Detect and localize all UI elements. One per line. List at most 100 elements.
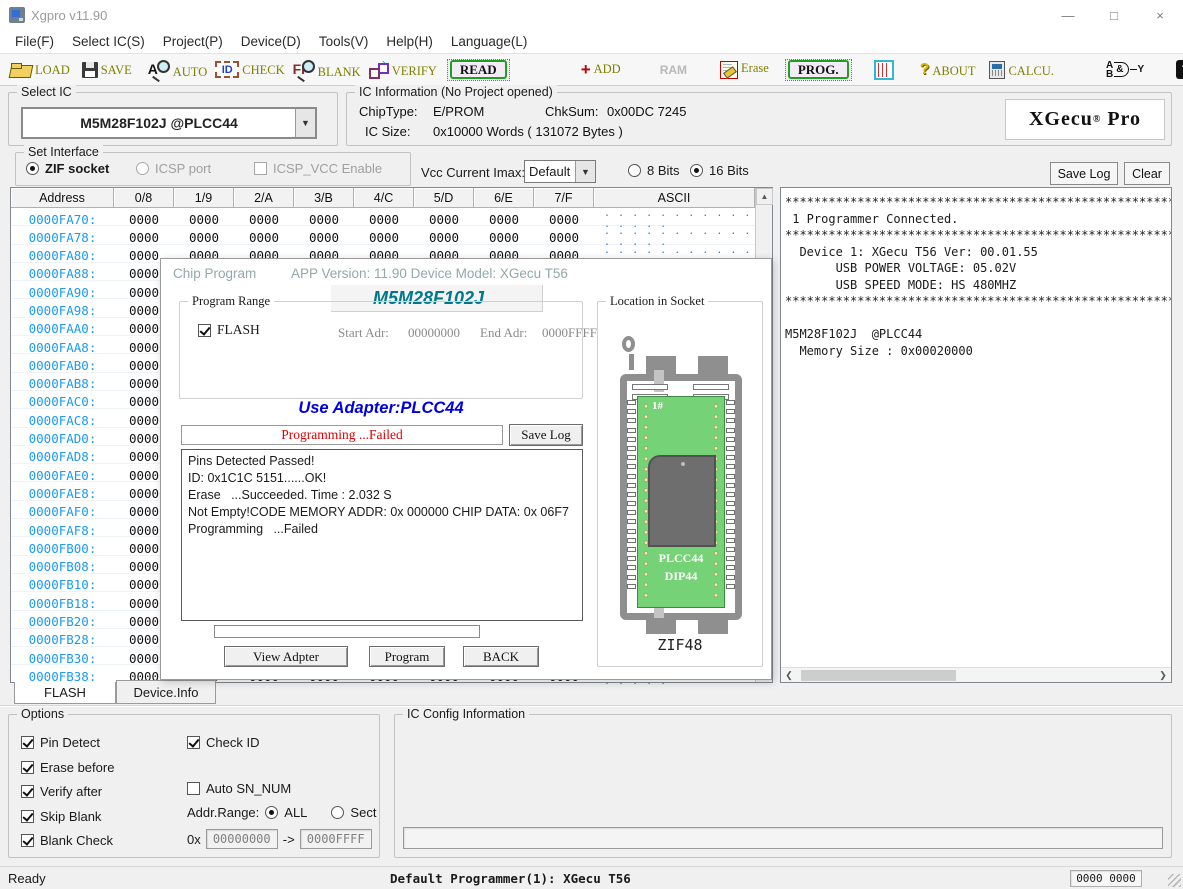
window-title: Xgpro v11.90 <box>31 8 107 23</box>
menu-item[interactable]: Device(D) <box>232 31 310 52</box>
end-adr-value: 0000FFFF <box>542 325 597 341</box>
multi-program-button[interactable] <box>874 60 894 80</box>
board-label-dip44: DIP44 <box>638 569 724 584</box>
close-button[interactable]: × <box>1137 0 1183 30</box>
calculator-button[interactable]: CALCU. <box>989 61 1054 79</box>
socket-top-tab <box>698 356 728 376</box>
verify-button[interactable]: ↘ VERIFY <box>369 61 437 79</box>
save-log-button[interactable]: Save Log <box>1050 162 1118 185</box>
open-folder-icon <box>10 62 32 78</box>
maximize-button[interactable]: □ <box>1091 0 1137 30</box>
menu-item[interactable]: File(F) <box>6 31 63 52</box>
chip-program-dialog: Chip Program APP Version: 11.90 Device M… <box>160 258 772 680</box>
menu-item[interactable]: Project(P) <box>154 31 232 52</box>
log-horizontal-scrollbar[interactable]: ❮ ❯ <box>781 667 1171 682</box>
prog-button-frame: PROG. <box>785 59 852 81</box>
checkbox-icon <box>21 834 34 847</box>
hex-prefix-label: 0x <box>187 832 201 847</box>
range-to-field[interactable]: 0000FFFF <box>300 829 372 849</box>
range-from-field[interactable]: 00000000 <box>206 829 278 849</box>
menu-item[interactable]: Language(L) <box>442 31 537 52</box>
log-line: ****************************************… <box>785 293 1169 310</box>
id-chip-icon: ID <box>215 61 239 78</box>
hex-row[interactable]: 0000FA78:0000000000000000000000000000000… <box>11 226 755 244</box>
check-id-checkbox[interactable]: Check ID <box>187 735 259 750</box>
status-counter: 0000 0000 <box>1070 870 1142 887</box>
socket-bottom-tab <box>646 616 676 634</box>
add-button[interactable]: + ADD <box>581 62 621 77</box>
flash-checkbox[interactable]: FLASH <box>198 322 260 338</box>
set-interface-label: Set Interface <box>24 145 103 159</box>
scroll-left-icon[interactable]: ❮ <box>781 668 797 683</box>
tab-flash[interactable]: FLASH <box>14 682 116 704</box>
load-button[interactable]: LOAD <box>10 62 70 78</box>
addr-range-sect-radio[interactable]: Sect <box>331 805 376 820</box>
read-button[interactable]: READ <box>447 59 510 81</box>
option-blank-check-checkbox[interactable]: Blank Check <box>21 833 114 848</box>
program-button[interactable]: Program <box>369 646 445 667</box>
addr-range-all-radio[interactable]: ALL <box>265 805 307 820</box>
auto-button[interactable]: A AUTO <box>148 60 208 80</box>
socket-lever-stem <box>629 354 634 370</box>
prog-button[interactable]: PROG. <box>785 59 852 81</box>
tv-button[interactable]: TV <box>1176 60 1183 79</box>
hex-column-header: 5/D <box>414 188 474 208</box>
set-interface-group: Set Interface ZIF socket ICSP port ICSP_… <box>15 152 411 186</box>
checkbox-icon <box>21 736 34 749</box>
radio-icon <box>628 164 641 177</box>
option-skip-blank-checkbox[interactable]: Skip Blank <box>21 809 114 824</box>
location-in-socket-group: Location in Socket 1# PLCC44 DIP44 ZIF48 <box>597 301 763 667</box>
logic-gate-button[interactable]: AB & Y <box>1106 61 1144 79</box>
erase-button[interactable]: Erase <box>720 61 769 79</box>
dialog-log: Pins Detected Passed!ID: 0x1C1C 5151....… <box>181 449 583 621</box>
back-button[interactable]: BACK <box>463 646 539 667</box>
view-adapter-button[interactable]: View Adpter <box>224 646 348 667</box>
16-bits-radio[interactable]: 16 Bits <box>690 163 749 178</box>
8-bits-radio[interactable]: 8 Bits <box>628 163 680 178</box>
ic-config-field <box>403 827 1163 849</box>
ic-info-group: IC Information (No Project opened) ChipT… <box>346 92 1172 146</box>
check-id-button[interactable]: ID CHECK <box>215 61 284 78</box>
erase-pad-icon <box>720 61 738 79</box>
ram-icon: RAM <box>659 62 688 78</box>
clear-button[interactable]: Clear <box>1124 162 1170 185</box>
options-group: Options Pin DetectErase beforeVerify aft… <box>8 714 380 858</box>
hex-column-header: 2/A <box>234 188 294 208</box>
dialog-title: Chip Program <box>173 266 256 281</box>
plus-icon: + <box>581 63 591 77</box>
icsp-port-radio[interactable]: ICSP port <box>136 161 211 176</box>
option-verify-after-checkbox[interactable]: Verify after <box>21 784 114 799</box>
icsp-vcc-checkbox[interactable]: ICSP_VCC Enable <box>254 161 382 176</box>
save-button[interactable]: SAVE <box>82 62 132 78</box>
option-erase-before-checkbox[interactable]: Erase before <box>21 760 114 775</box>
log-panel-content: ****************************************… <box>781 188 1171 667</box>
start-adr-value: 00000000 <box>408 325 460 341</box>
checkbox-label: Blank Check <box>40 833 113 848</box>
blank-magnifier-icon: FF <box>293 60 315 80</box>
dialog-save-log-button[interactable]: Save Log <box>509 424 583 446</box>
auto-magnifier-icon: A <box>148 60 170 80</box>
scroll-right-icon[interactable]: ❯ <box>1155 668 1171 683</box>
option-pin-detect-checkbox[interactable]: Pin Detect <box>21 735 114 750</box>
ic-select-combo[interactable]: M5M28F102J @PLCC44 ▼ <box>21 107 317 139</box>
menu-item[interactable]: Select IC(S) <box>63 31 154 52</box>
blank-button[interactable]: FF BLANK <box>293 60 361 80</box>
resize-grip[interactable] <box>1168 874 1181 887</box>
checkbox-label: Verify after <box>40 784 102 799</box>
scrollbar-thumb[interactable] <box>801 670 956 681</box>
tab-device-info[interactable]: Device.Info <box>116 680 216 704</box>
zif-socket-radio[interactable]: ZIF socket <box>26 161 109 176</box>
scroll-up-icon[interactable]: ▲ <box>756 188 773 205</box>
hex-row[interactable]: 0000FA70:0000000000000000000000000000000… <box>11 208 755 226</box>
combo-dropdown-icon[interactable]: ▼ <box>575 161 595 182</box>
ic-select-value: M5M28F102J @PLCC44 <box>23 115 295 131</box>
combo-dropdown-icon[interactable]: ▼ <box>295 109 315 137</box>
about-button[interactable]: ? ABOUT <box>920 61 976 79</box>
minimize-button[interactable]: — <box>1045 0 1091 30</box>
chip-type-value: E/PROM <box>433 104 484 119</box>
auto-sn-num-checkbox[interactable]: Auto SN_NUM <box>187 781 291 796</box>
menu-item[interactable]: Tools(V) <box>310 31 378 52</box>
vcc-current-combo[interactable]: Default ▼ <box>524 160 596 183</box>
menu-item[interactable]: Help(H) <box>377 31 442 52</box>
ram-button[interactable]: RAM <box>659 62 688 78</box>
